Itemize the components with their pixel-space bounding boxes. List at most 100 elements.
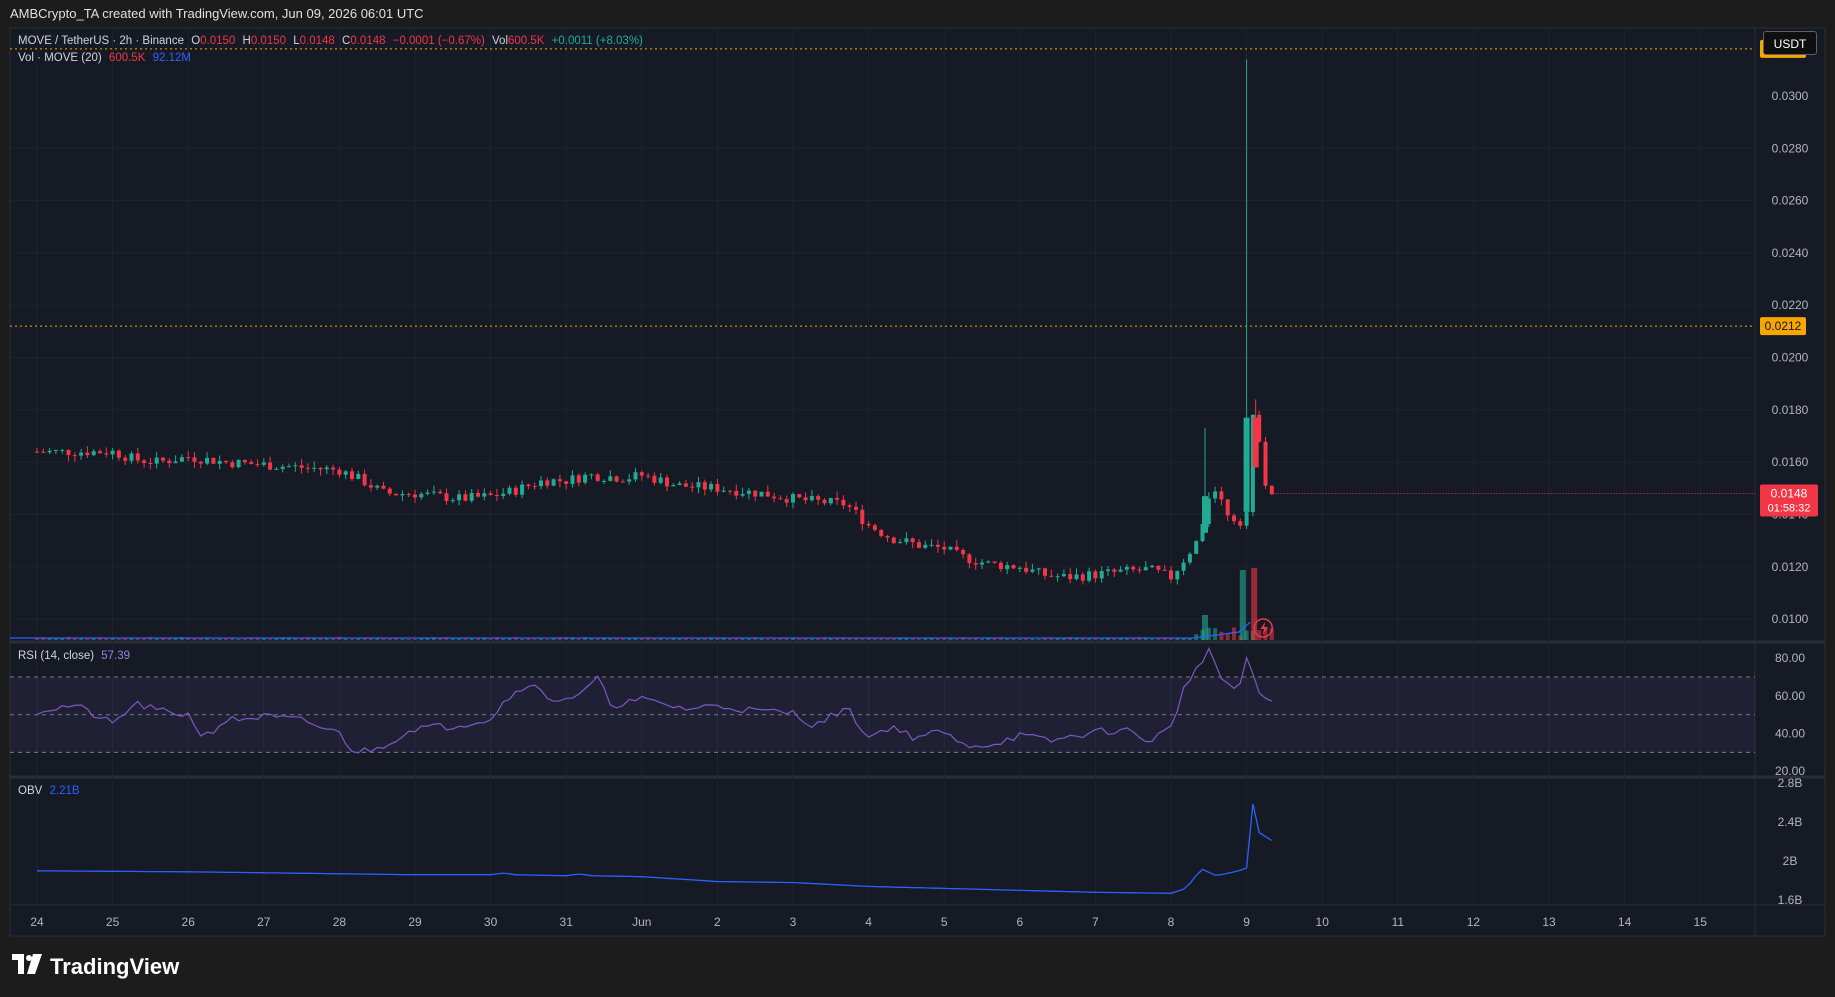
- obv-study-label[interactable]: OBV: [18, 785, 42, 797]
- candle-body: [444, 493, 449, 501]
- candle-body: [904, 538, 909, 543]
- volume-bar: [116, 638, 121, 640]
- price-tick-label: 0.0120: [1772, 560, 1809, 574]
- candle-body: [488, 493, 493, 496]
- candle-body: [671, 485, 676, 487]
- candle-body: [425, 492, 430, 494]
- candle-body: [192, 457, 197, 462]
- vol-value: 600.5K: [508, 35, 545, 47]
- candle-body: [1112, 569, 1117, 572]
- candle-body: [305, 467, 310, 469]
- obv-tick-label: 2.8B: [1778, 776, 1803, 790]
- volume-bar: [211, 638, 216, 640]
- candle-body: [66, 449, 71, 456]
- candle-body: [1011, 565, 1016, 569]
- candle-body: [324, 467, 329, 470]
- candle-body: [860, 509, 865, 524]
- candle-body: [1087, 571, 1092, 581]
- volume-bar: [532, 638, 537, 640]
- volume-bar: [1017, 638, 1022, 640]
- candle-body: [683, 483, 688, 487]
- candle-body: [255, 464, 260, 466]
- price-tick-label: 0.0200: [1772, 351, 1809, 365]
- volume-bar: [772, 638, 777, 640]
- volume-bar: [85, 638, 90, 640]
- volume-bar: [545, 638, 550, 640]
- candle-body: [79, 452, 84, 456]
- candle-body: [872, 525, 877, 531]
- high-label: H: [242, 35, 251, 47]
- candle-body: [438, 491, 443, 494]
- candle-body: [721, 490, 726, 492]
- candle-body: [98, 451, 102, 454]
- obv-tick-label: 2.4B: [1778, 815, 1803, 829]
- candle-body: [1036, 568, 1041, 570]
- volume-bar: [406, 638, 411, 640]
- volume-bar: [828, 638, 833, 640]
- candle-body: [1131, 566, 1136, 570]
- candle-body: [935, 544, 940, 547]
- candle-body: [545, 480, 550, 486]
- candle-body: [1124, 566, 1129, 570]
- obv-tick-label: 2B: [1783, 854, 1798, 868]
- candle-body: [784, 499, 789, 503]
- open-value: 0.0150: [200, 35, 236, 47]
- volume-spike-bar: [1239, 570, 1246, 640]
- candle-body: [665, 477, 669, 487]
- volume-bar: [696, 638, 701, 640]
- candle-body: [469, 492, 474, 501]
- candle-body: [828, 497, 833, 504]
- candle-body: [822, 499, 827, 504]
- candle-body: [847, 505, 852, 507]
- volume-bar: [1112, 638, 1117, 640]
- volume-study-label[interactable]: Vol · MOVE (20): [18, 52, 102, 64]
- candle-body: [948, 546, 953, 550]
- candle-body: [161, 457, 165, 461]
- candle-body: [331, 467, 336, 470]
- rsi-value: 57.39: [101, 650, 131, 662]
- candle-body: [129, 453, 134, 461]
- candle-body: [910, 538, 915, 543]
- candle-body: [980, 562, 984, 565]
- tradingview-logo[interactable]: TradingView: [12, 952, 179, 982]
- candle-body: [482, 493, 487, 497]
- candle-body: [1061, 573, 1066, 577]
- candle-body: [803, 497, 808, 501]
- candle-body: [1080, 574, 1085, 581]
- volume-bar: [1187, 638, 1192, 640]
- x-tick-label: 3: [790, 915, 797, 929]
- candle-body: [715, 484, 720, 492]
- price-tick-label: 0.0280: [1772, 141, 1809, 155]
- candle-body: [217, 460, 222, 464]
- symbol-label[interactable]: MOVE / TetherUS · 2h · Binance: [18, 35, 184, 47]
- currency-button[interactable]: USDT: [1763, 31, 1817, 55]
- candle-body: [1024, 567, 1029, 572]
- candle-body: [1030, 569, 1035, 572]
- candle-body: [1156, 565, 1161, 570]
- candle-body: [696, 482, 701, 488]
- candle-body: [526, 484, 531, 487]
- candle-body: [35, 451, 39, 453]
- x-tick-label: 5: [941, 915, 948, 929]
- candle-body: [249, 462, 254, 465]
- volume-bar: [690, 638, 695, 640]
- candle-body: [690, 486, 695, 488]
- candle-body: [885, 535, 890, 538]
- candle-body: [1099, 571, 1104, 579]
- obv-value: 2.21B: [49, 785, 80, 797]
- obv-legend: OBV 2.21B: [18, 785, 84, 797]
- x-tick-label: 7: [1092, 915, 1099, 929]
- candle-body: [1225, 499, 1230, 516]
- volume-bar: [809, 638, 814, 640]
- chart-canvas[interactable]: 24 25 26 27 28 29 30 31 Jun 2 3 4 5 6 7 8 9 10 11 12 13 14 15 0…: [0, 0, 1835, 997]
- volume-ma-value: 92.12M: [152, 52, 191, 64]
- candle-body: [1150, 565, 1155, 568]
- candle-body: [551, 479, 556, 486]
- rsi-tick-label: 40.00: [1775, 727, 1805, 741]
- volume-bar: [230, 638, 235, 640]
- rsi-study-label[interactable]: RSI (14, close): [18, 650, 94, 662]
- volume-bar: [576, 638, 581, 640]
- candle-body: [261, 462, 266, 465]
- candle-body: [513, 487, 518, 495]
- x-tick-label: 13: [1542, 915, 1556, 929]
